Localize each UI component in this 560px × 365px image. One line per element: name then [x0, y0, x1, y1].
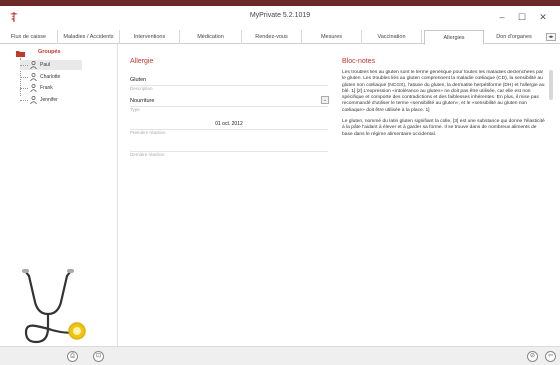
- person-icon: [30, 84, 37, 92]
- notes-textarea[interactable]: Les troubles liés au gluten sont le term…: [342, 70, 546, 218]
- stethoscope-icon: [22, 269, 86, 344]
- print-button[interactable]: ⎙: [67, 351, 78, 362]
- tree-branch: [20, 100, 28, 101]
- contacts-panel: Groupés Paul Charlotte Frank Jennifer: [0, 44, 118, 346]
- type-underline: [130, 106, 328, 107]
- person-icon: [30, 96, 37, 104]
- description-label: Description: [130, 86, 153, 91]
- tab-interventions[interactable]: Interventions: [120, 30, 180, 44]
- notes-panel: Bloc-notes Les troubles liés au gluten s…: [332, 44, 560, 346]
- notes-title: Bloc-notes: [342, 58, 376, 65]
- last-reaction-label: Dernière réaction: [130, 152, 165, 157]
- bottom-toolbar: ⎙ ⊡ ⊘ ⇦: [0, 346, 560, 365]
- person-icon: [30, 73, 37, 81]
- person-icon: [30, 61, 37, 69]
- tree-branch: [20, 65, 28, 66]
- tab-bar: Flux de caisse Maladies / Accidents Inte…: [0, 30, 560, 45]
- attach-button[interactable]: ⊘: [527, 351, 538, 362]
- type-label: Type: [130, 107, 140, 112]
- tree-item-frank[interactable]: Frank: [20, 83, 82, 93]
- tab-flux-de-caisse[interactable]: Flux de caisse: [0, 30, 58, 44]
- notes-scrollbar[interactable]: [549, 70, 553, 100]
- description-field[interactable]: Gluten: [130, 77, 328, 83]
- first-reaction-date-field[interactable]: 01 oct. 2012: [130, 120, 328, 129]
- type-select[interactable]: Nourriture: [130, 98, 328, 104]
- window-title: MyPrivate 5.2.1019: [249, 12, 311, 19]
- tabs-scroll-button[interactable]: ◂▸: [546, 33, 556, 41]
- allergy-form: Allergie Gluten Description Nourriture ⌄…: [118, 44, 332, 346]
- tree-branch: [20, 88, 28, 89]
- tab-vaccination[interactable]: Vaccination: [362, 30, 422, 44]
- tab-don-d-organes[interactable]: Don d'organes: [484, 30, 544, 44]
- back-button[interactable]: ⇦: [545, 351, 556, 362]
- description-underline: [130, 85, 328, 86]
- tab-maladies-accidents[interactable]: Maladies / Accidents: [58, 30, 120, 44]
- tab-mesures[interactable]: Mesures: [302, 30, 362, 44]
- notes-paragraph: Les troubles liés au gluten sont le term…: [342, 70, 545, 113]
- tree-item-jennifer[interactable]: Jennifer: [20, 95, 82, 105]
- form-title: Allergie: [130, 58, 154, 65]
- tab-rendez-vous[interactable]: Rendez-vous: [242, 30, 302, 44]
- tree-item-name: Jennifer: [40, 97, 58, 103]
- last-reaction-date-field[interactable]: [130, 143, 328, 150]
- close-button[interactable]: ✕: [533, 8, 553, 26]
- first-reaction-label: Première réaction: [130, 130, 166, 135]
- tab-medication[interactable]: Médication: [180, 30, 242, 44]
- title-bar[interactable]: MyPrivate 5.2.1019 – ☐ ✕: [0, 6, 560, 30]
- tree-item-name: Charlotte: [40, 74, 61, 80]
- minimize-button[interactable]: –: [492, 8, 512, 26]
- tree-item-name: Frank: [40, 85, 53, 91]
- tree-item-paul[interactable]: Paul: [20, 60, 82, 70]
- tree-root-label: Groupés: [38, 49, 61, 55]
- tree-item-name: Paul: [40, 62, 51, 68]
- export-button[interactable]: ⊡: [93, 351, 104, 362]
- chevron-down-icon[interactable]: ⌄: [321, 96, 329, 104]
- tab-allergies[interactable]: Allergies: [424, 30, 484, 45]
- folder-icon: [16, 51, 25, 57]
- notes-paragraph: Le gluten, nommé du latin gluten signifi…: [342, 119, 545, 137]
- maximize-button[interactable]: ☐: [512, 8, 532, 26]
- tree-item-charlotte[interactable]: Charlotte: [20, 72, 82, 82]
- tree-branch: [20, 77, 28, 78]
